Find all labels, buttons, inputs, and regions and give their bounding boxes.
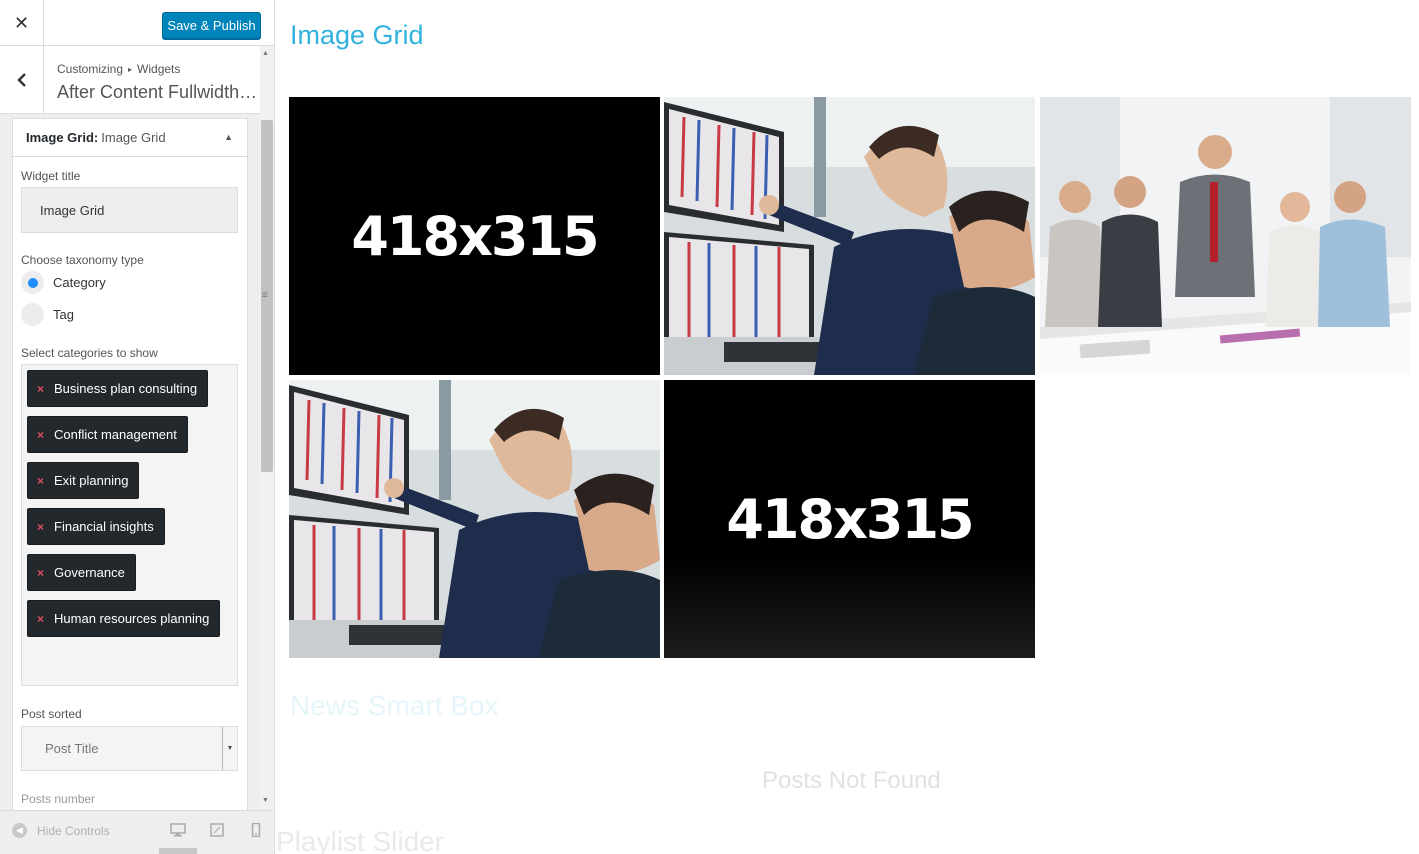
grid-tile-placeholder[interactable]: 418x315 <box>664 380 1035 658</box>
categories-label: Select categories to show <box>21 346 158 360</box>
customizer-topbar: ✕ Save & Publish <box>0 0 274 46</box>
remove-icon[interactable]: × <box>37 566 44 580</box>
remove-icon[interactable]: × <box>37 612 44 626</box>
sort-label: Post sorted <box>21 707 82 721</box>
breadcrumb-leaf: Widgets <box>137 62 181 76</box>
taxonomy-label: Choose taxonomy type <box>21 253 144 267</box>
remove-icon[interactable]: × <box>37 520 44 534</box>
customizer-sidebar: ✕ Save & Publish Customizing ▸ Widgets Aft… <box>0 0 275 854</box>
placeholder-text: 418x315 <box>351 204 599 268</box>
hide-controls-label: Hide Controls <box>37 823 110 838</box>
playlist-slider-title: Playlist Slider <box>276 826 445 854</box>
grid-tile-meeting-photo[interactable] <box>1040 97 1411 375</box>
widget-title-label: Widget title <box>21 169 81 183</box>
section-header: Customizing ▸ Widgets After Content Fullwi… <box>0 46 260 114</box>
image-grid-title: Image Grid <box>290 20 424 50</box>
chip-label: Human resources planning <box>54 611 210 626</box>
radio-category[interactable]: Category <box>21 271 106 294</box>
widget-name: Image Grid: <box>26 130 99 145</box>
placeholder-text: 418x315 <box>726 487 974 551</box>
desktop-icon[interactable] <box>170 823 186 837</box>
widget-title-input[interactable]: Image Grid <box>21 187 238 233</box>
chevron-left-icon[interactable] <box>0 46 44 114</box>
active-device-indicator <box>159 848 197 854</box>
news-smart-box-title: News Smart Box <box>290 690 499 721</box>
radio-button[interactable] <box>21 271 44 294</box>
grid-tile-placeholder[interactable]: 418x315 <box>289 97 660 375</box>
categories-select[interactable]: × Business plan consulting × Conflict mana… <box>21 364 238 686</box>
posts-number-label: Posts number <box>21 792 96 806</box>
chip-label: Financial insights <box>54 519 154 534</box>
grid-tile-trading-photo[interactable] <box>289 380 660 658</box>
save-publish-button[interactable]: Save & Publish <box>162 12 261 39</box>
scroll-up-icon[interactable]: ▲ <box>262 50 269 57</box>
close-icon[interactable]: ✕ <box>0 0 44 46</box>
remove-icon[interactable]: × <box>37 428 44 442</box>
arrow-up-icon[interactable]: ▲ <box>224 132 233 142</box>
category-chip[interactable]: × Governance <box>27 554 136 591</box>
breadcrumb-separator: ▸ <box>128 65 133 74</box>
category-chip[interactable]: × Business plan consulting <box>27 370 209 407</box>
widget-header[interactable]: Image Grid: Image Grid ▲ <box>13 119 247 157</box>
radio-tag[interactable]: Tag <box>21 303 74 326</box>
posts-not-found-text: Posts Not Found <box>762 767 941 794</box>
hide-controls-button[interactable]: ◀ Hide Controls <box>12 823 110 838</box>
scroll-down-icon[interactable]: ▼ <box>262 797 269 804</box>
remove-icon[interactable]: × <box>37 382 44 396</box>
chevron-down-icon[interactable]: ▼ <box>222 727 237 770</box>
category-chip[interactable]: × Exit planning <box>27 462 140 499</box>
category-chip[interactable]: × Human resources planning <box>27 600 221 637</box>
chip-label: Governance <box>54 565 125 580</box>
radio-label: Tag <box>53 307 74 322</box>
customizer-footer: ◀ Hide Controls <box>0 810 274 854</box>
section-title: After Content Fullwidth… <box>57 82 258 102</box>
chip-label: Business plan consulting <box>54 381 198 396</box>
sort-value: Post Title <box>45 741 99 756</box>
chip-label: Conflict management <box>54 427 177 442</box>
category-chip[interactable]: × Financial insights <box>27 508 165 545</box>
remove-icon[interactable]: × <box>37 474 44 488</box>
site-preview: Image Grid 418x315 418x315 News Smart Bo… <box>276 0 1419 854</box>
breadcrumb: Customizing ▸ Widgets <box>57 62 180 76</box>
grid-tile-trading-photo[interactable] <box>664 97 1035 375</box>
radio-label: Category <box>53 275 106 290</box>
category-chip[interactable]: × Conflict management <box>27 416 188 453</box>
scrollbar-grip-icon: ≡ <box>262 290 268 301</box>
chip-label: Exit planning <box>54 473 129 488</box>
radio-button[interactable] <box>21 303 44 326</box>
mobile-icon[interactable] <box>248 823 264 837</box>
breadcrumb-root: Customizing <box>57 62 124 76</box>
sort-select[interactable]: Post Title ▼ <box>21 726 238 771</box>
arrow-left-circle-icon: ◀ <box>12 823 27 838</box>
tablet-icon[interactable] <box>209 823 225 837</box>
widget-subtitle: Image Grid <box>101 130 166 145</box>
